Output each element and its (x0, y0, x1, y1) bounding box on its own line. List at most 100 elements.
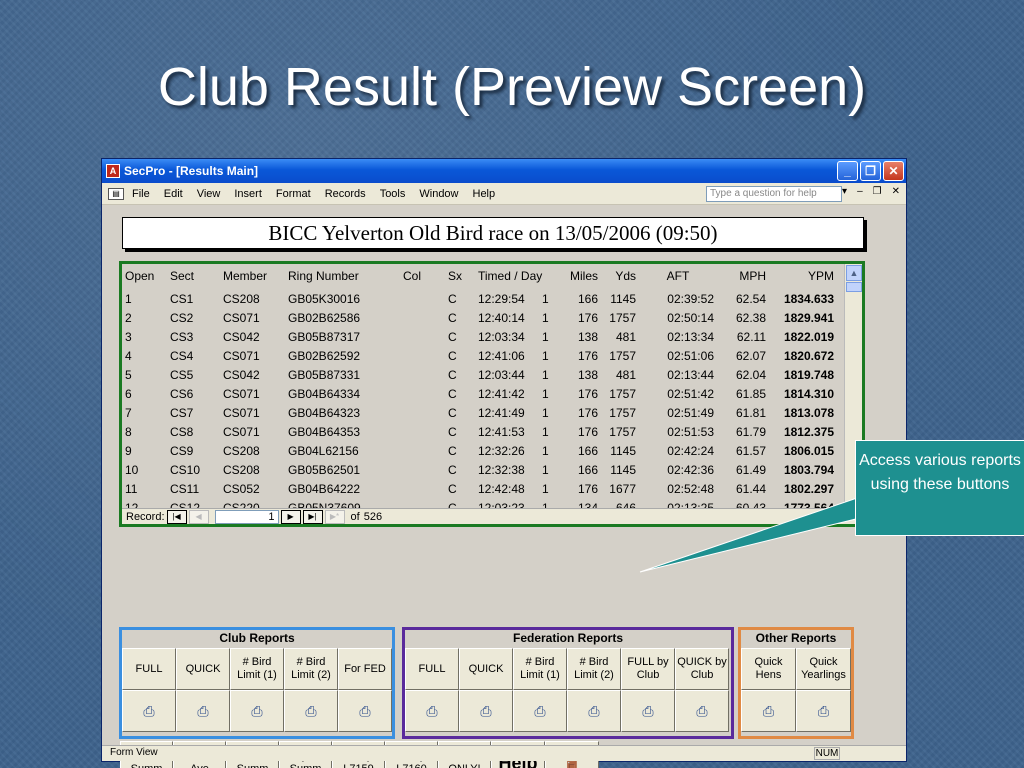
print-preview-icon[interactable]: ⎙ (230, 690, 284, 732)
federation_reports-button[interactable]: FULL (405, 648, 459, 690)
menu-edit[interactable]: Edit (164, 188, 183, 200)
other_reports-button[interactable]: Quick Yearlings (796, 648, 851, 690)
cell-aft: 02:39:52 (667, 292, 714, 306)
table-row[interactable]: 3 CS3 CS042 GB05B87317 C 12:03:34 1 138 481 02:13… (122, 328, 844, 347)
cell-time: 12:03:23 (478, 501, 525, 508)
record-of-label: of (350, 510, 360, 523)
record-number-input[interactable]: 1 (214, 509, 279, 524)
status-bar: Form View NUM (102, 745, 906, 761)
print-preview-icon[interactable]: ⎙ (122, 690, 176, 732)
race-title: BICC Yelverton Old Bird race on 13/05/20… (122, 217, 864, 249)
cell-aft: 02:51:53 (667, 425, 714, 439)
menu-records[interactable]: Records (325, 188, 366, 200)
new-record-button[interactable]: ▶* (324, 509, 345, 524)
table-row[interactable]: 2 CS2 CS071 GB02B62586 C 12:40:14 1 176 1757 02:5… (122, 309, 844, 328)
cell-open: 12 (125, 501, 139, 508)
table-row[interactable]: 4 CS4 CS071 GB02B62592 C 12:41:06 1 176 1757 02:5… (122, 347, 844, 366)
last-record-button[interactable]: ▶| (302, 509, 323, 524)
menu-format[interactable]: Format (276, 188, 311, 200)
federation_reports-button[interactable]: QUICK by Club (675, 648, 729, 690)
table-row[interactable]: 8 CS8 CS071 GB04B64353 C 12:41:53 1 176 1757 02:5… (122, 423, 844, 442)
print-preview-icon[interactable]: ⎙ (567, 690, 621, 732)
cell-open: 2 (125, 311, 132, 325)
print-preview-icon[interactable]: ⎙ (741, 690, 796, 732)
print-preview-icon[interactable]: ⎙ (513, 690, 567, 732)
menu-window[interactable]: Window (419, 188, 458, 200)
print-preview-icon[interactable]: ⎙ (796, 690, 851, 732)
cell-ypm: 1834.633 (783, 292, 834, 306)
scroll-thumb[interactable] (846, 282, 862, 292)
cell-ring: GB05B62501 (288, 463, 361, 477)
club_reports-button[interactable]: # Bird Limit (1) (230, 648, 284, 690)
menu-tools[interactable]: Tools (380, 188, 406, 200)
club_reports-button[interactable]: For FED (338, 648, 392, 690)
table-row[interactable]: 5 CS5 CS042 GB05B87331 C 12:03:44 1 138 481 02:13… (122, 366, 844, 385)
cell-miles: 166 (577, 292, 598, 306)
cell-ypm: 1819.748 (783, 368, 834, 382)
cell-day: 1 (542, 292, 549, 306)
table-row[interactable]: 7 CS7 CS071 GB04B64323 C 12:41:49 1 176 1757 02:5… (122, 404, 844, 423)
next-record-button[interactable]: ▶ (280, 509, 301, 524)
print-preview-icon[interactable]: ⎙ (675, 690, 729, 732)
form-icon[interactable]: ▤ (108, 187, 124, 200)
menu-bar: ▤ File Edit View Insert Format Records T… (102, 183, 906, 205)
cell-mph: 61.85 (735, 387, 766, 401)
cell-miles: 138 (577, 368, 598, 382)
club_reports-button[interactable]: QUICK (176, 648, 230, 690)
cell-open: 9 (125, 444, 132, 458)
prev-record-button[interactable]: ◀ (188, 509, 209, 524)
print-preview-icon[interactable]: ⎙ (176, 690, 230, 732)
cell-time: 12:41:49 (478, 406, 525, 420)
cell-ypm: 1773.564 (783, 501, 834, 508)
cell-time: 12:03:34 (478, 330, 525, 344)
print-preview-icon[interactable]: ⎙ (621, 690, 675, 732)
cell-day: 1 (542, 482, 549, 496)
cell-time: 12:40:14 (478, 311, 525, 325)
federation_reports-button[interactable]: QUICK (459, 648, 513, 690)
federation_reports-button[interactable]: # Bird Limit (2) (567, 648, 621, 690)
question-input[interactable]: Type a question for help (706, 186, 842, 202)
cell-member: CS071 (223, 311, 260, 325)
cell-time: 12:41:06 (478, 349, 525, 363)
cell-sx: C (448, 311, 457, 325)
minimize-button[interactable]: _ (837, 161, 858, 181)
scroll-up-icon[interactable]: ▲ (846, 265, 862, 281)
table-row[interactable]: 12 CS12 CS220 GB05N37609 C 12:03:23 1 134 646 02:… (122, 499, 844, 508)
chevron-down-icon[interactable]: ▾ (842, 186, 847, 197)
other_reports-button[interactable]: Quick Hens (741, 648, 796, 690)
header-yds: Yds (615, 269, 636, 283)
header-open: Open (125, 269, 155, 283)
federation_reports-button[interactable]: # Bird Limit (1) (513, 648, 567, 690)
federation_reports-button[interactable]: FULL by Club (621, 648, 675, 690)
cell-sect: CS12 (170, 501, 201, 508)
first-record-button[interactable]: |◀ (166, 509, 187, 524)
menu-insert[interactable]: Insert (234, 188, 262, 200)
menu-view[interactable]: View (197, 188, 221, 200)
mdi-close-icon[interactable]: ✕ (892, 186, 900, 197)
print-preview-icon[interactable]: ⎙ (459, 690, 513, 732)
menu-help[interactable]: Help (473, 188, 496, 200)
cell-day: 1 (542, 425, 549, 439)
print-preview-icon[interactable]: ⎙ (405, 690, 459, 732)
club_reports-button[interactable]: # Bird Limit (2) (284, 648, 338, 690)
mdi-restore-icon[interactable]: ❐ (873, 186, 882, 197)
cell-sx: C (448, 501, 457, 508)
table-row[interactable]: 1 CS1 CS208 GB05K30016 C 12:29:54 1 166 1145 02:3… (122, 290, 844, 309)
cell-sect: CS2 (170, 311, 194, 325)
cell-member: CS052 (223, 482, 260, 496)
close-button[interactable]: ✕ (883, 161, 904, 181)
club_reports-button[interactable]: FULL (122, 648, 176, 690)
print-preview-icon[interactable]: ⎙ (284, 690, 338, 732)
restore-button[interactable]: ❐ (860, 161, 881, 181)
print-preview-icon[interactable]: ⎙ (338, 690, 392, 732)
cell-ring: GB04L62156 (288, 444, 359, 458)
table-row[interactable]: 9 CS9 CS208 GB04L62156 C 12:32:26 1 166 1145 02:4… (122, 442, 844, 461)
table-row[interactable]: 11 CS11 CS052 GB04B64222 C 12:42:48 1 176 1677 02… (122, 480, 844, 499)
table-row[interactable]: 10 CS10 CS208 GB05B62501 C 12:32:38 1 166 1145 02… (122, 461, 844, 480)
table-row[interactable]: 6 CS6 CS071 GB04B64334 C 12:41:42 1 176 1757 02:5… (122, 385, 844, 404)
mdi-minimize-icon[interactable]: – (857, 186, 863, 197)
club-reports-title: Club Reports (219, 631, 295, 645)
menu-file[interactable]: File (132, 188, 150, 200)
window-titlebar[interactable]: A SecPro - [Results Main] _ ❐ ✕ (102, 159, 906, 183)
cell-time: 12:41:53 (478, 425, 525, 439)
